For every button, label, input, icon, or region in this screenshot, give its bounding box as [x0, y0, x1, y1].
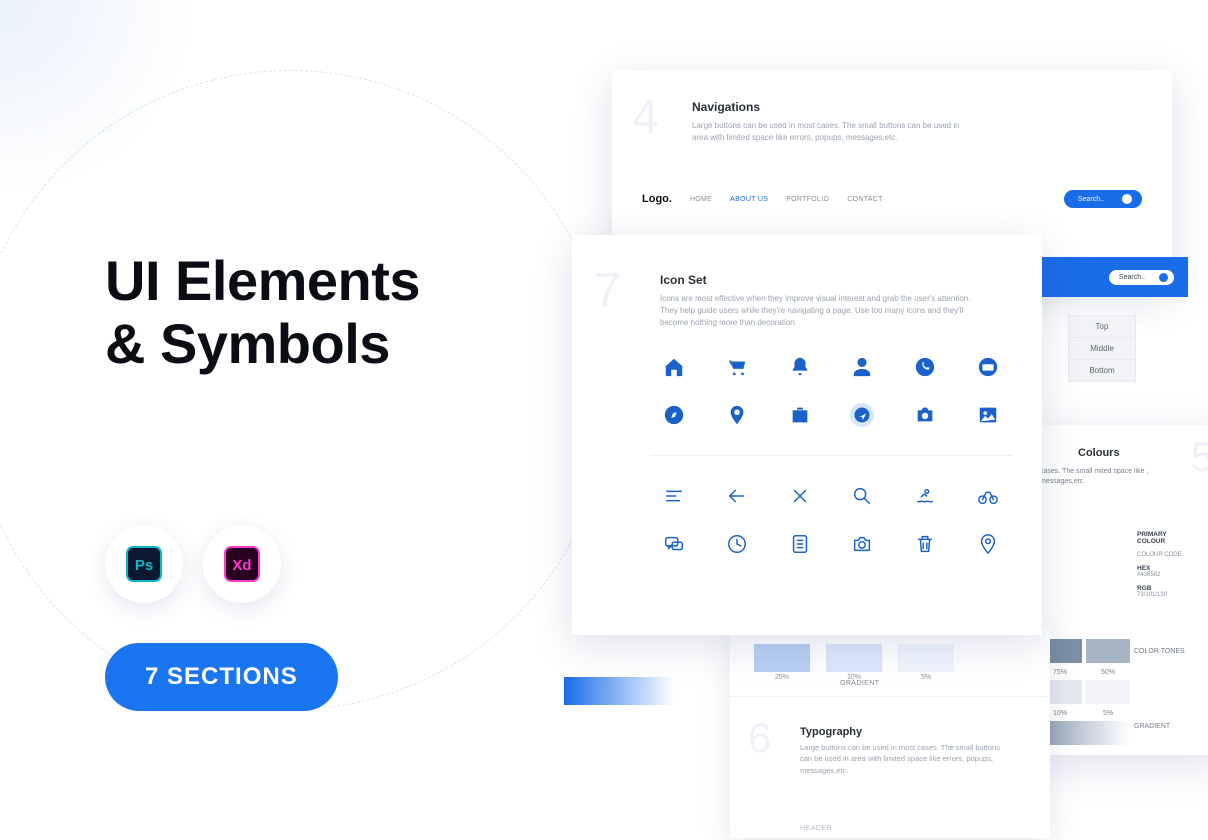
- panel-icon-set: 7 Icon Set Icons are most effective when…: [572, 235, 1042, 635]
- gradient-swatch-blue: [564, 677, 674, 705]
- camera-icon: [913, 403, 937, 427]
- search-icon: [850, 484, 874, 508]
- pin-icon: [725, 403, 749, 427]
- pct-5b: 5%: [898, 674, 954, 681]
- pct-25b: 25%: [754, 674, 810, 681]
- nav-link-home[interactable]: HOME: [690, 196, 712, 203]
- briefcase-icon: [788, 403, 812, 427]
- hex-value: #436582: [1137, 572, 1160, 578]
- dropdown-option-bottom[interactable]: Bottom: [1069, 360, 1135, 381]
- clock-icon: [725, 532, 749, 556]
- tone-10-blue: [826, 644, 882, 672]
- gradient-label: GRADIENT: [840, 680, 879, 687]
- xd-badge: Xd: [203, 525, 281, 603]
- secondary-search-text: Search..: [1119, 274, 1145, 281]
- headline-line1: UI Elements: [105, 249, 420, 312]
- section-number-6: 6: [748, 714, 771, 762]
- label-code: COLOUR CODE: [1137, 552, 1196, 558]
- nav-search-text: Search..: [1078, 196, 1104, 203]
- panel-colours: 5 Colours cases. The small mited space l…: [1030, 425, 1208, 755]
- trash-icon: [913, 532, 937, 556]
- nav-logo: Logo.: [642, 193, 672, 205]
- strip-separator: [730, 696, 1050, 697]
- arrow-left-icon: [725, 484, 749, 508]
- typography-title: Typography: [800, 726, 1000, 738]
- label-primary: PRIMARY COLOUR: [1137, 531, 1196, 545]
- label-tones: COLOR TONES: [1134, 648, 1196, 655]
- tone-5: [1086, 680, 1130, 704]
- align-left-icon: [662, 484, 686, 508]
- iconset-title: Icon Set: [660, 273, 990, 287]
- cart-icon: [725, 355, 749, 379]
- mockup-composition: 4 Navigations Large buttons can be used …: [560, 0, 1208, 840]
- mail-icon: [976, 355, 1000, 379]
- bell-icon: [788, 355, 812, 379]
- nav-search-pill[interactable]: Search..: [1064, 190, 1142, 208]
- close-icon: [788, 484, 812, 508]
- secondary-navbar: Search..: [1020, 257, 1188, 297]
- icon-grid: [650, 355, 1012, 556]
- secondary-search[interactable]: Search..: [1109, 270, 1174, 285]
- home-icon: [662, 355, 686, 379]
- gradient-label-2: GRADIENT: [1134, 721, 1196, 745]
- rgb-value: 73/101/130: [1137, 592, 1167, 598]
- search-icon: [1122, 194, 1132, 204]
- dropdown-option-middle[interactable]: Middle: [1069, 338, 1135, 360]
- xd-icon: Xd: [223, 545, 261, 583]
- label-hex: HEX: [1137, 565, 1150, 572]
- nav-link-about[interactable]: ABOUT US: [730, 196, 768, 203]
- sections-pill: 7 SECTIONS: [105, 643, 338, 711]
- colours-title: Colours: [1078, 447, 1120, 459]
- camera-outline-icon: [850, 532, 874, 556]
- dropdown-menu[interactable]: Top Middle Bottom: [1068, 315, 1136, 382]
- label-rgb: RGB: [1137, 585, 1151, 592]
- phone-icon: [913, 355, 937, 379]
- nav-desc: Large buttons can be used in most cases.…: [692, 120, 972, 144]
- swim-icon: [913, 484, 937, 508]
- colour-info: PRIMARY COLOUR COLOUR CODE HEX#436582 RG…: [1134, 531, 1196, 598]
- pct-5: 5%: [1086, 708, 1130, 717]
- image-icon: [976, 403, 1000, 427]
- navbar-example: Logo. HOME ABOUT US PORTFOLIO CONTACT Se…: [642, 190, 1142, 208]
- svg-text:Ps: Ps: [135, 557, 153, 574]
- nav-title: Navigations: [692, 100, 972, 114]
- tone-50: [1086, 639, 1130, 663]
- iconset-desc: Icons are most effective when they impro…: [660, 293, 990, 329]
- section-number-7: 7: [594, 263, 621, 318]
- panel-typography-strip: 25% 10% 5% GRADIENT 6 Typography Large b…: [730, 628, 1050, 838]
- photoshop-badge: Ps: [105, 525, 183, 603]
- pct-50: 50%: [1086, 667, 1130, 676]
- tone-5-blue: [898, 644, 954, 672]
- svg-text:Xd: Xd: [232, 557, 251, 574]
- gradient-tones-row: 25% 10% 5%: [754, 644, 954, 681]
- compass-icon: [662, 403, 686, 427]
- pin-outline-icon: [976, 532, 1000, 556]
- icon-divider: [650, 455, 1012, 456]
- app-badges: Ps Xd: [105, 525, 420, 603]
- tone-25-blue: [754, 644, 810, 672]
- photoshop-icon: Ps: [125, 545, 163, 583]
- colours-blurb: cases. The small mited space like , mess…: [1040, 467, 1160, 487]
- section-number-5: 5: [1191, 433, 1208, 481]
- headline: UI Elements & Symbols: [105, 250, 420, 375]
- user-icon: [850, 355, 874, 379]
- search-icon: [1159, 273, 1168, 282]
- chat-icon: [662, 532, 686, 556]
- headline-line2: & Symbols: [105, 312, 390, 375]
- section-number-4: 4: [632, 90, 659, 145]
- hero-left: UI Elements & Symbols Ps Xd 7 SECTIONS: [105, 250, 420, 711]
- typography-desc: Large buttons can be used in most cases.…: [800, 742, 1000, 776]
- navigation-icon: [850, 403, 874, 427]
- dropdown-option-top[interactable]: Top: [1069, 316, 1135, 338]
- bicycle-icon: [976, 484, 1000, 508]
- typography-header-label: HEADER: [800, 825, 832, 832]
- document-icon: [788, 532, 812, 556]
- nav-link-contact[interactable]: CONTACT: [847, 196, 882, 203]
- nav-link-portfolio[interactable]: PORTFOLIO: [786, 196, 829, 203]
